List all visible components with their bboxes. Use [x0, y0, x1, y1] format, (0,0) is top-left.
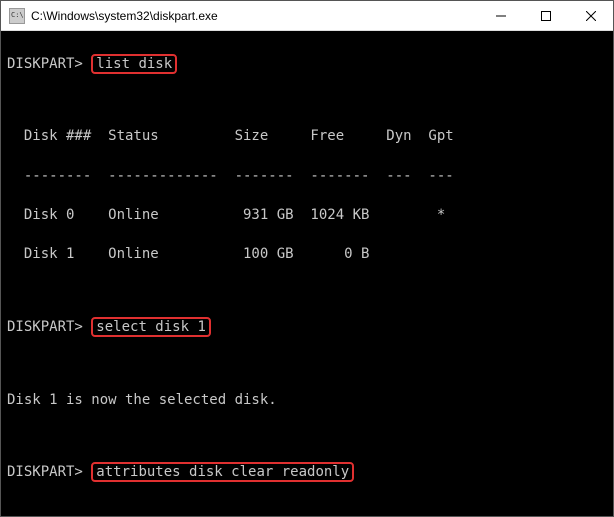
window-frame: C:\Windows\system32\diskpart.exe DISKPAR…: [0, 0, 614, 517]
table-header: Disk ### Status Size Free Dyn Gpt: [7, 127, 607, 147]
cmd-select-disk: select disk 1: [91, 317, 211, 337]
minimize-button[interactable]: [478, 1, 523, 30]
table-row: Disk 0 Online 931 GB 1024 KB *: [7, 206, 607, 226]
terminal-body[interactable]: DISKPART> list disk Disk ### Status Size…: [1, 31, 613, 516]
output-selected: Disk 1 is now the selected disk.: [7, 391, 607, 411]
maximize-button[interactable]: [523, 1, 568, 30]
table-divider: -------- ------------- ------- ------- -…: [7, 167, 607, 187]
titlebar[interactable]: C:\Windows\system32\diskpart.exe: [1, 1, 613, 31]
prompt: DISKPART>: [7, 464, 83, 480]
app-icon: [9, 8, 25, 24]
close-button[interactable]: [568, 1, 613, 30]
prompt: DISKPART>: [7, 56, 83, 72]
cmd-list-disk: list disk: [91, 54, 177, 74]
cmd-attributes: attributes disk clear readonly: [91, 462, 354, 482]
window-controls: [478, 1, 613, 30]
prompt: DISKPART>: [7, 319, 83, 335]
table-row: Disk 1 Online 100 GB 0 B: [7, 245, 607, 265]
window-title: C:\Windows\system32\diskpart.exe: [31, 9, 478, 23]
